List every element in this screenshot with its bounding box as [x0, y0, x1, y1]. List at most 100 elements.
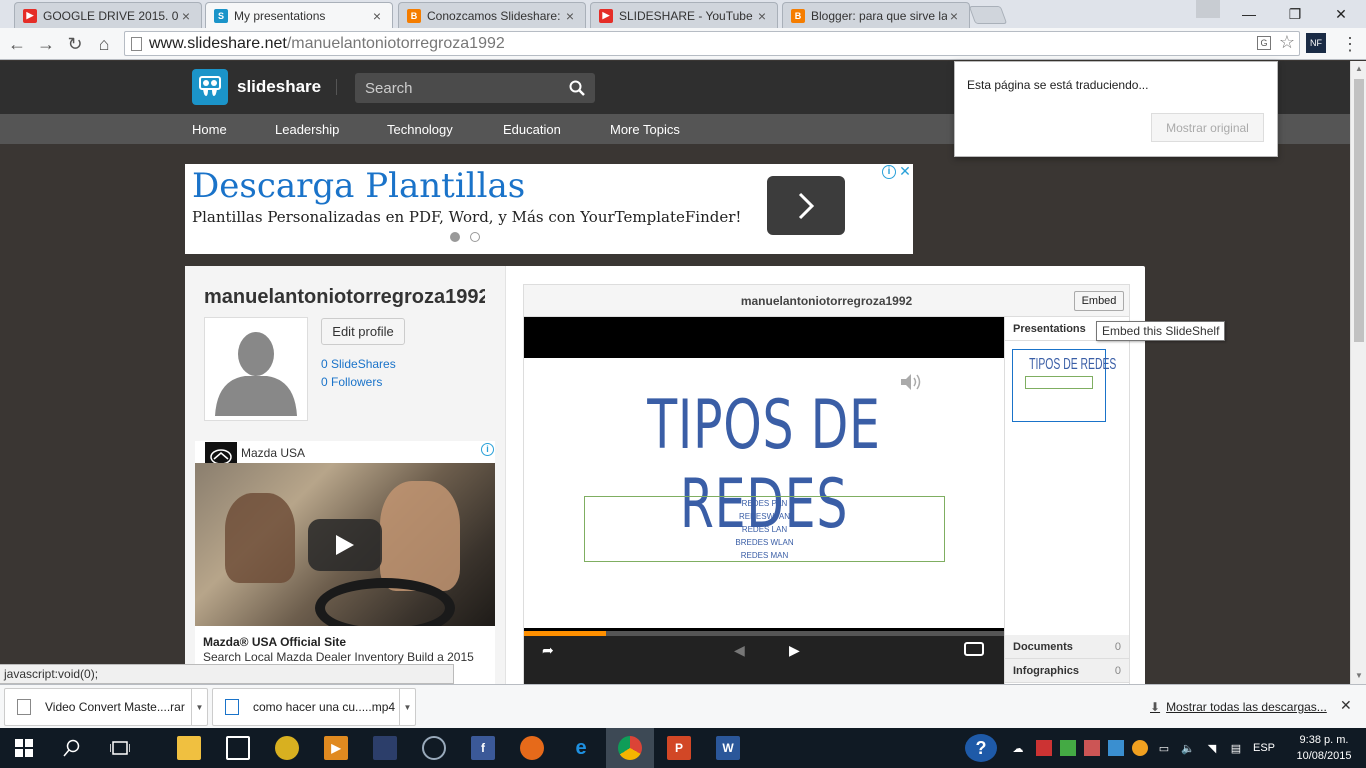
mazda-video-ad[interactable]: Mazda USA i Mazda® USA Official Site Sea… — [195, 441, 495, 686]
restore-button[interactable]: ❐ — [1272, 0, 1318, 28]
nav-more-topics[interactable]: More Topics — [610, 122, 680, 137]
search-input[interactable] — [355, 73, 560, 103]
new-tab-button[interactable] — [968, 6, 1008, 24]
prev-icon[interactable]: ◀ — [734, 642, 745, 659]
tray-app-icon[interactable] — [1036, 740, 1052, 756]
chevron-down-icon[interactable]: ▼ — [191, 688, 207, 726]
tray-app-icon[interactable] — [1084, 740, 1100, 756]
next-icon[interactable]: ▶ — [789, 642, 800, 659]
embed-button[interactable]: Embed — [1074, 291, 1124, 311]
taskbar-app[interactable] — [263, 728, 311, 768]
show-all-downloads-link[interactable]: ⬇ Mostrar todas las descargas... — [1150, 700, 1327, 714]
bookmark-star-icon[interactable]: ☆ — [1279, 32, 1295, 53]
tab-documents[interactable]: Documents 0 — [1005, 635, 1129, 659]
address-bar[interactable]: www.slideshare.net/manuelantoniotorregro… — [124, 31, 1300, 56]
tab-infographics[interactable]: Infographics 0 — [1005, 659, 1129, 683]
tray-app-icon[interactable] — [1108, 740, 1124, 756]
back-icon[interactable]: ← — [5, 32, 29, 56]
profile-column: manuelantoniotorregroza1992 Edit profile… — [185, 266, 506, 686]
slide-item: REDES LAN — [741, 524, 788, 534]
close-icon[interactable]: × — [179, 8, 193, 24]
close-icon[interactable]: × — [755, 8, 769, 24]
minimize-button[interactable]: — — [1226, 0, 1272, 28]
ad-info-icon[interactable]: i — [481, 443, 494, 456]
forward-icon[interactable]: → — [34, 32, 58, 56]
slideshare-logo-icon[interactable] — [192, 69, 228, 105]
reload-icon[interactable]: ↻ — [63, 32, 87, 56]
ad-dot[interactable] — [450, 232, 460, 242]
browser-tab-drive[interactable]: ▶ GOOGLE DRIVE 2015. 01 - × — [14, 2, 202, 28]
ad-next-button[interactable] — [767, 176, 845, 235]
browser-tab-youtube[interactable]: ▶ SLIDESHARE - YouTube × — [590, 2, 778, 28]
window-close-button[interactable]: ✕ — [1318, 0, 1364, 28]
browser-tab-strip: ▶ GOOGLE DRIVE 2015. 01 - × S My present… — [0, 0, 1366, 28]
taskbar-store[interactable] — [214, 728, 262, 768]
presentation-thumbnail[interactable]: TIPOS DE REDES — [1012, 349, 1116, 422]
tray-app-icon[interactable] — [1060, 740, 1076, 756]
ad-close-icon[interactable]: ✕ — [898, 164, 912, 178]
ad-headline[interactable]: Mazda® USA Official Site — [203, 635, 346, 649]
nav-home[interactable]: Home — [192, 122, 227, 137]
edit-profile-button[interactable]: Edit profile — [321, 318, 405, 345]
close-icon[interactable]: × — [370, 8, 384, 24]
extension-icon[interactable]: NF — [1306, 33, 1326, 53]
user-profile-icon[interactable] — [1196, 0, 1220, 18]
nav-leadership[interactable]: Leadership — [275, 122, 339, 137]
search-icon[interactable] — [569, 80, 585, 96]
ad-video-thumbnail[interactable] — [195, 463, 495, 626]
chevron-down-icon[interactable]: ▼ — [399, 688, 415, 726]
taskbar-file-explorer[interactable] — [165, 728, 213, 768]
browser-tab-blogger[interactable]: B Blogger: para que sirve la × — [782, 2, 970, 28]
system-clock[interactable]: 9:38 p. m. 10/08/2015 — [1288, 732, 1360, 764]
taskbar-facebook[interactable]: f — [459, 728, 507, 768]
ad-dot[interactable] — [470, 232, 480, 242]
translate-icon[interactable]: G — [1257, 36, 1271, 50]
home-icon[interactable]: ⌂ — [92, 32, 116, 56]
site-logo-text[interactable]: slideshare — [237, 77, 321, 97]
taskbar-app[interactable] — [410, 728, 458, 768]
top-ad-banner[interactable]: Descarga Plantillas Plantillas Personali… — [185, 164, 913, 254]
show-original-button[interactable]: Mostrar original — [1151, 113, 1264, 142]
tray-app-icon[interactable] — [1132, 740, 1148, 756]
help-icon[interactable]: ? — [965, 734, 997, 762]
slide-player[interactable]: TIPOS DE REDES REDES PAN REDESWPAN REDES… — [524, 317, 1004, 687]
taskbar-app[interactable] — [361, 728, 409, 768]
slide-item: BREDES WLAN — [735, 537, 794, 547]
share-icon[interactable]: ➦ — [542, 642, 554, 659]
close-icon[interactable]: × — [563, 8, 577, 24]
volume-icon[interactable]: 🔈 — [1180, 740, 1196, 756]
scroll-up-icon[interactable]: ▲ — [1351, 61, 1366, 77]
ad-info-icon[interactable]: i — [882, 165, 896, 179]
notifications-icon[interactable]: ▤ — [1228, 740, 1244, 756]
taskbar-edge[interactable]: e — [557, 728, 605, 768]
nav-technology[interactable]: Technology — [387, 122, 453, 137]
taskbar-firefox[interactable] — [508, 728, 556, 768]
play-button[interactable] — [308, 519, 382, 571]
scrollbar-thumb[interactable] — [1354, 79, 1364, 342]
wifi-icon[interactable]: ◥ — [1204, 740, 1220, 756]
taskbar-word[interactable]: W — [704, 728, 752, 768]
page-scrollbar[interactable]: ▲ ▼ — [1350, 61, 1366, 684]
search-button[interactable] — [48, 728, 96, 768]
fullscreen-icon[interactable] — [964, 642, 984, 656]
taskbar-media-player[interactable]: ▶ — [312, 728, 360, 768]
download-item[interactable]: Video Convert Maste....rar ▼ — [4, 688, 208, 726]
browser-tab-my-presentations[interactable]: S My presentations × — [205, 2, 393, 28]
start-button[interactable] — [0, 728, 48, 768]
battery-icon[interactable]: ▭ — [1156, 740, 1172, 756]
input-language[interactable]: ESP — [1252, 740, 1276, 756]
nav-education[interactable]: Education — [503, 122, 561, 137]
followers-count-link[interactable]: 0 Followers — [321, 375, 382, 389]
taskbar-chrome[interactable] — [606, 728, 654, 768]
task-view-button[interactable] — [96, 728, 144, 768]
ad-title[interactable]: Descarga Plantillas — [192, 166, 525, 206]
menu-icon[interactable]: ⋮ — [1338, 32, 1362, 56]
scroll-down-icon[interactable]: ▼ — [1351, 668, 1366, 684]
download-item[interactable]: como hacer una cu.....mp4 ▼ — [212, 688, 416, 726]
slideshares-count-link[interactable]: 0 SlideShares — [321, 357, 396, 371]
taskbar-powerpoint[interactable]: P — [655, 728, 703, 768]
close-icon[interactable]: ✕ — [1340, 697, 1352, 714]
onedrive-icon[interactable]: ☁ — [1010, 740, 1026, 756]
close-icon[interactable]: × — [947, 8, 961, 24]
browser-tab-conozcamos[interactable]: B Conozcamos Slideshare: P × — [398, 2, 586, 28]
